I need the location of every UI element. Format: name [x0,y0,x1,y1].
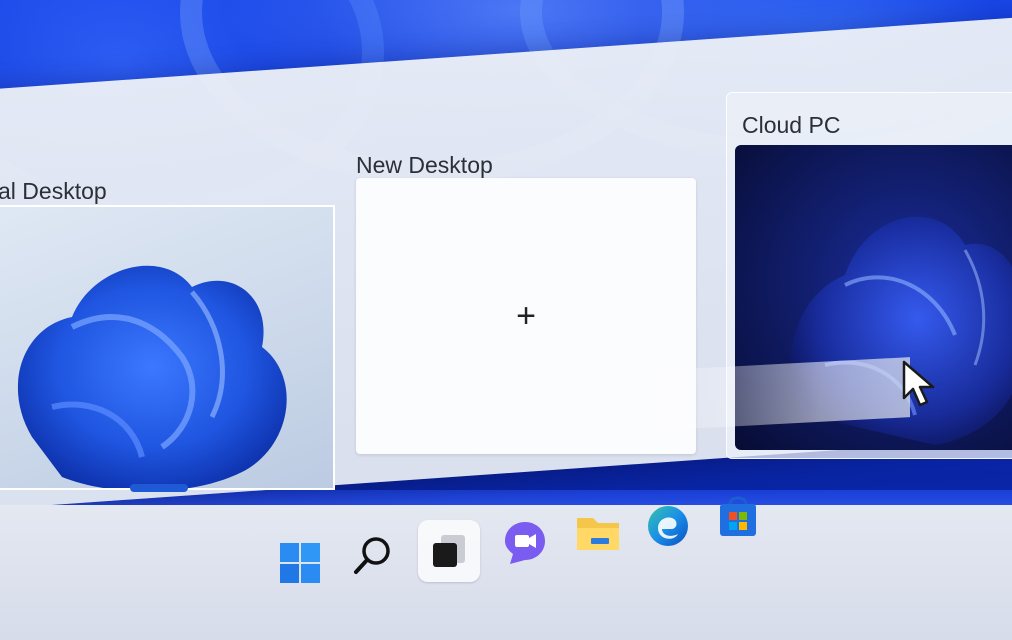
task-view-icon [433,535,465,567]
active-desktop-indicator [130,484,188,492]
mouse-cursor-icon [902,360,935,407]
store-icon [720,496,756,536]
new-desktop-card[interactable]: + [356,178,696,454]
file-explorer-button[interactable] [570,505,626,561]
bloom-dark-wallpaper-image [791,216,1012,445]
bloom-wallpaper-image [18,265,287,488]
cloud-pc-thumbnail[interactable] [735,145,1012,450]
teams-chat-icon [505,522,545,564]
desktop-title: Cloud PC [742,112,841,138]
teams-chat-button[interactable] [497,515,553,571]
add-desktop-button[interactable]: + [356,178,696,454]
edge-browser-button[interactable] [640,498,696,554]
start-icon [280,543,320,583]
file-explorer-icon [577,518,619,550]
desktop-thumbnail-current[interactable] [0,205,335,490]
edge-icon [648,506,688,546]
start-button[interactable] [272,535,328,591]
task-view-button[interactable] [418,520,480,582]
search-button[interactable] [344,528,400,584]
desktop-title: New Desktop [356,152,493,178]
microsoft-store-button[interactable] [710,488,766,544]
desktop-title: al Desktop [0,178,107,204]
search-icon [354,537,390,574]
